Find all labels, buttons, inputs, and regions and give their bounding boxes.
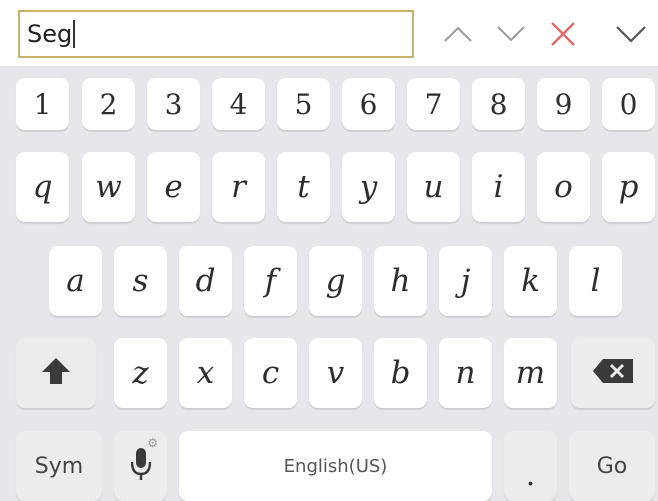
key-a[interactable]: a	[49, 246, 102, 316]
find-bar: Seg	[0, 0, 658, 66]
voice-input-key[interactable]: ⚙	[114, 431, 167, 501]
collapse-icon[interactable]	[611, 14, 651, 54]
key-l[interactable]: l	[569, 246, 622, 316]
key-7[interactable]: 7	[407, 78, 460, 130]
key-b[interactable]: b	[374, 338, 427, 408]
key-e[interactable]: e	[147, 152, 200, 222]
backspace-key[interactable]	[571, 338, 655, 408]
key-6[interactable]: 6	[342, 78, 395, 130]
key-d[interactable]: d	[179, 246, 232, 316]
key-o[interactable]: o	[537, 152, 590, 222]
key-u[interactable]: u	[407, 152, 460, 222]
chevron-up-icon[interactable]	[438, 14, 478, 54]
key-m[interactable]: m	[504, 338, 557, 408]
period-key[interactable]: .	[504, 431, 557, 501]
key-p[interactable]: p	[602, 152, 655, 222]
key-4[interactable]: 4	[212, 78, 265, 130]
key-n[interactable]: n	[439, 338, 492, 408]
key-1[interactable]: 1	[16, 78, 69, 130]
space-key[interactable]: English(US)	[179, 431, 492, 501]
key-5[interactable]: 5	[277, 78, 330, 130]
chevron-down-icon[interactable]	[491, 14, 531, 54]
key-q[interactable]: q	[16, 152, 69, 222]
key-y[interactable]: y	[342, 152, 395, 222]
key-9[interactable]: 9	[537, 78, 590, 130]
find-input-value: Seg	[27, 20, 73, 48]
sym-key[interactable]: Sym	[16, 431, 102, 501]
key-h[interactable]: h	[374, 246, 427, 316]
key-x[interactable]: x	[179, 338, 232, 408]
key-k[interactable]: k	[504, 246, 557, 316]
text-caret	[73, 20, 76, 48]
backspace-icon	[591, 357, 635, 389]
key-2[interactable]: 2	[82, 78, 135, 130]
find-input[interactable]: Seg	[18, 10, 414, 58]
key-3[interactable]: 3	[147, 78, 200, 130]
key-f[interactable]: f	[244, 246, 297, 316]
key-c[interactable]: c	[244, 338, 297, 408]
key-g[interactable]: g	[309, 246, 362, 316]
key-0[interactable]: 0	[602, 78, 655, 130]
key-v[interactable]: v	[309, 338, 362, 408]
gear-icon: ⚙	[147, 436, 158, 450]
key-r[interactable]: r	[212, 152, 265, 222]
microphone-icon	[130, 446, 152, 486]
keyboard: 1 2 3 4 5 6 7 8 9 0 q w e r t y u i o p …	[0, 66, 658, 501]
key-s[interactable]: s	[114, 246, 167, 316]
key-j[interactable]: j	[439, 246, 492, 316]
key-8[interactable]: 8	[472, 78, 525, 130]
shift-key[interactable]	[16, 338, 96, 408]
key-w[interactable]: w	[82, 152, 135, 222]
go-key[interactable]: Go	[569, 431, 655, 501]
key-i[interactable]: i	[472, 152, 525, 222]
key-z[interactable]: z	[114, 338, 167, 408]
shift-icon	[40, 355, 72, 391]
key-t[interactable]: t	[277, 152, 330, 222]
close-icon[interactable]	[543, 14, 583, 54]
